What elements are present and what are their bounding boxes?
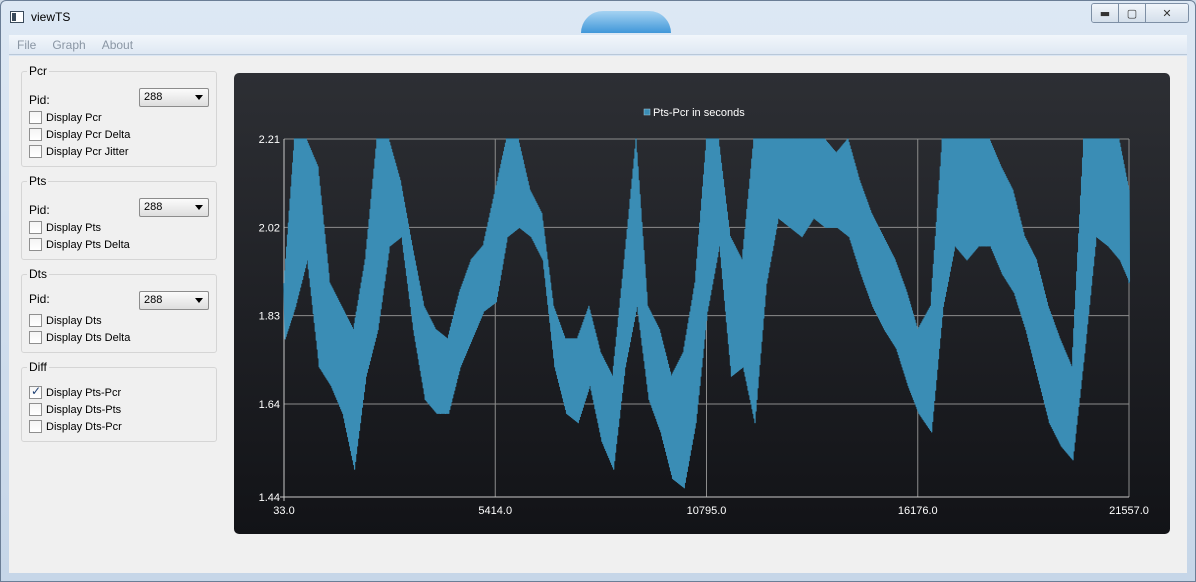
dts-pid-value: 288 (144, 294, 163, 306)
pts-pid-label: Pid: (29, 203, 50, 217)
checkbox-box[interactable] (29, 111, 42, 124)
x-tick-label: 10795.0 (687, 505, 727, 517)
checkbox-label: Display Dts-Pts (46, 403, 122, 416)
menu-bar: File Graph About (9, 35, 1187, 55)
desktop-orb-decoration (581, 11, 671, 33)
menu-file[interactable]: File (9, 38, 44, 52)
pts-pcr-chart[interactable]: 33.0 5414.0 10795.0 16176.0 21557.0 1.44 1.64 1… (234, 73, 1170, 534)
pcr-group-title: Pcr (27, 64, 49, 78)
checkbox-label: Display Dts Delta (46, 331, 131, 344)
checkbox-box-checked[interactable] (29, 384, 42, 399)
checkbox-box[interactable] (29, 403, 42, 416)
main-window: viewTS ▬ ▢ ✕ File Graph About Pcr Pid: 2… (0, 0, 1196, 582)
menu-about[interactable]: About (94, 38, 141, 52)
checkbox-label: Display Pcr (46, 111, 102, 124)
checkbox-label: Display Pcr Delta (46, 128, 131, 141)
pts-group: Pts Pid: 288 Display Pts Display Pts Del… (21, 174, 217, 260)
display-dts-pcr-checkbox[interactable]: Display Dts-Pcr (29, 419, 122, 434)
pts-pid-select[interactable]: 288 (139, 198, 209, 217)
checkbox-label: Display Dts (46, 314, 102, 327)
checkbox-box[interactable] (29, 420, 42, 433)
legend-swatch (643, 108, 651, 116)
legend-label: Pts-Pcr in seconds (653, 107, 745, 119)
chart-panel[interactable]: 33.0 5414.0 10795.0 16176.0 21557.0 1.44 1.64 1… (234, 73, 1170, 534)
checkbox-label: Display Pts-Pcr (46, 386, 122, 399)
display-pcr-jitter-checkbox[interactable]: Display Pcr Jitter (29, 144, 129, 159)
display-dts-checkbox[interactable]: Display Dts (29, 313, 102, 328)
pcr-pid-value: 288 (144, 91, 163, 103)
y-tick-label: 1.64 (259, 399, 280, 411)
checkbox-label: Display Pts (46, 221, 102, 234)
diff-group: Diff Display Pts-Pcr Display Dts-Pts Dis… (21, 360, 217, 442)
y-tick-label: 2.02 (259, 222, 280, 234)
close-icon: ✕ (1162, 6, 1172, 20)
display-dts-delta-checkbox[interactable]: Display Dts Delta (29, 330, 130, 345)
diff-group-title: Diff (27, 360, 49, 374)
x-tick-label: 21557.0 (1109, 505, 1149, 517)
dts-group: Dts Pid: 288 Display Dts Display Dts Del… (21, 267, 217, 353)
display-pcr-checkbox[interactable]: Display Pcr (29, 110, 102, 125)
y-tick-label: 1.83 (259, 311, 280, 323)
checkbox-label: Display Pcr Jitter (46, 145, 129, 158)
checkbox-label: Display Dts-Pcr (46, 420, 122, 433)
checkbox-label: Display Pts Delta (46, 238, 130, 251)
checkbox-box[interactable] (29, 238, 42, 251)
client-area: Pcr Pid: 288 Display Pcr Display Pcr Del… (9, 56, 1187, 573)
menu-graph[interactable]: Graph (44, 38, 93, 52)
dts-pid-select[interactable]: 288 (139, 291, 209, 310)
pts-pid-value: 288 (144, 201, 163, 213)
x-tick-label: 16176.0 (898, 505, 938, 517)
pcr-pid-label: Pid: (29, 93, 50, 107)
maximize-button[interactable]: ▢ (1119, 4, 1146, 22)
maximize-icon: ▢ (1126, 6, 1138, 20)
y-tick-label: 1.44 (259, 492, 280, 504)
chevron-down-icon (195, 298, 203, 303)
checkbox-box[interactable] (29, 221, 42, 234)
title-bar[interactable]: viewTS ▬ ▢ ✕ (1, 1, 1195, 33)
checkbox-box[interactable] (29, 145, 42, 158)
minimize-icon: ▬ (1099, 6, 1111, 20)
display-dts-pts-checkbox[interactable]: Display Dts-Pts (29, 402, 121, 417)
pcr-pid-select[interactable]: 288 (139, 88, 209, 107)
x-tick-label: 33.0 (273, 505, 294, 517)
display-pcr-delta-checkbox[interactable]: Display Pcr Delta (29, 127, 130, 142)
checkbox-box[interactable] (29, 331, 42, 344)
display-pts-checkbox[interactable]: Display Pts (29, 220, 101, 235)
dts-pid-label: Pid: (29, 292, 50, 306)
chevron-down-icon (195, 205, 203, 210)
dts-group-title: Dts (27, 267, 49, 281)
pcr-group: Pcr Pid: 288 Display Pcr Display Pcr Del… (21, 64, 217, 167)
app-icon (10, 11, 24, 23)
checkbox-box[interactable] (29, 314, 42, 327)
chevron-down-icon (195, 95, 203, 100)
window-title: viewTS (31, 10, 71, 24)
display-pts-pcr-checkbox[interactable]: Display Pts-Pcr (29, 384, 122, 400)
window-controls: ▬ ▢ ✕ (1091, 3, 1189, 23)
checkbox-box[interactable] (29, 128, 42, 141)
x-tick-label: 5414.0 (478, 505, 512, 517)
minimize-button[interactable]: ▬ (1092, 4, 1119, 22)
pts-group-title: Pts (27, 174, 49, 188)
close-button[interactable]: ✕ (1146, 4, 1188, 22)
y-tick-label: 2.21 (259, 134, 280, 146)
display-pts-delta-checkbox[interactable]: Display Pts Delta (29, 237, 130, 252)
